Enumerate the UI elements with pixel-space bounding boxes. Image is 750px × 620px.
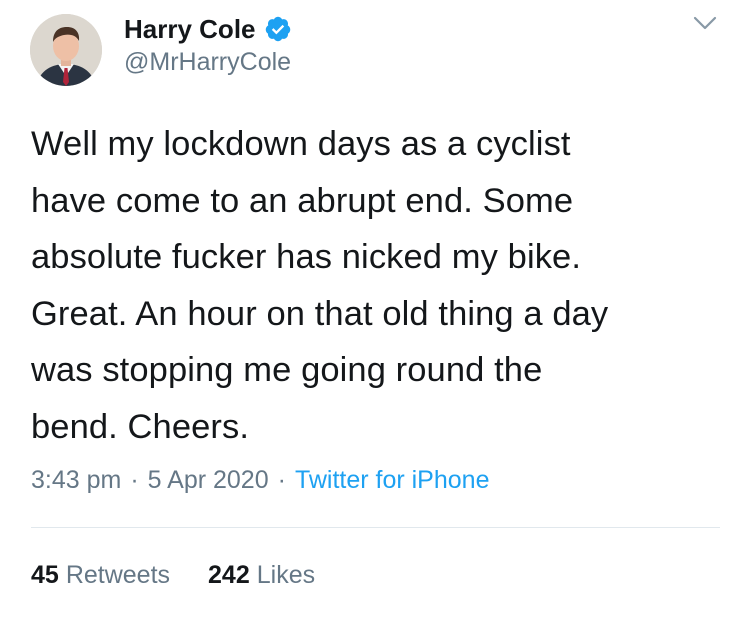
retweets-stat[interactable]: 45 Retweets [31,561,170,590]
divider [31,527,720,528]
tweet-source-link[interactable]: Twitter for iPhone [295,466,490,495]
tweet-meta: 3:43 pm · 5 Apr 2020 · Twitter for iPhon… [31,466,489,495]
retweets-count: 45 [31,561,59,589]
chevron-down-icon[interactable] [692,14,718,32]
retweets-label: Retweets [65,561,171,589]
meta-separator: · [277,466,286,494]
display-name[interactable]: Harry Cole [124,14,256,45]
likes-count: 242 [208,561,250,589]
user-handle[interactable]: @MrHarryCole [124,48,291,77]
tweet-time[interactable]: 3:43 pm [31,466,121,495]
tweet-stats: 45 Retweets 242 Likes [31,561,315,590]
meta-separator: · [130,466,139,494]
tweet-text: Well my lockdown days as a cyclist have … [31,125,609,446]
likes-stat[interactable]: 242 Likes [208,561,315,590]
likes-label: Likes [256,561,316,589]
tweet-card: Harry Cole @MrHarryCole Well my lockdown… [0,0,750,620]
name-row[interactable]: Harry Cole [124,12,292,46]
tweet-date[interactable]: 5 Apr 2020 [148,466,269,495]
avatar[interactable] [30,14,102,86]
verified-badge-icon [264,15,292,43]
avatar-image [30,14,102,86]
